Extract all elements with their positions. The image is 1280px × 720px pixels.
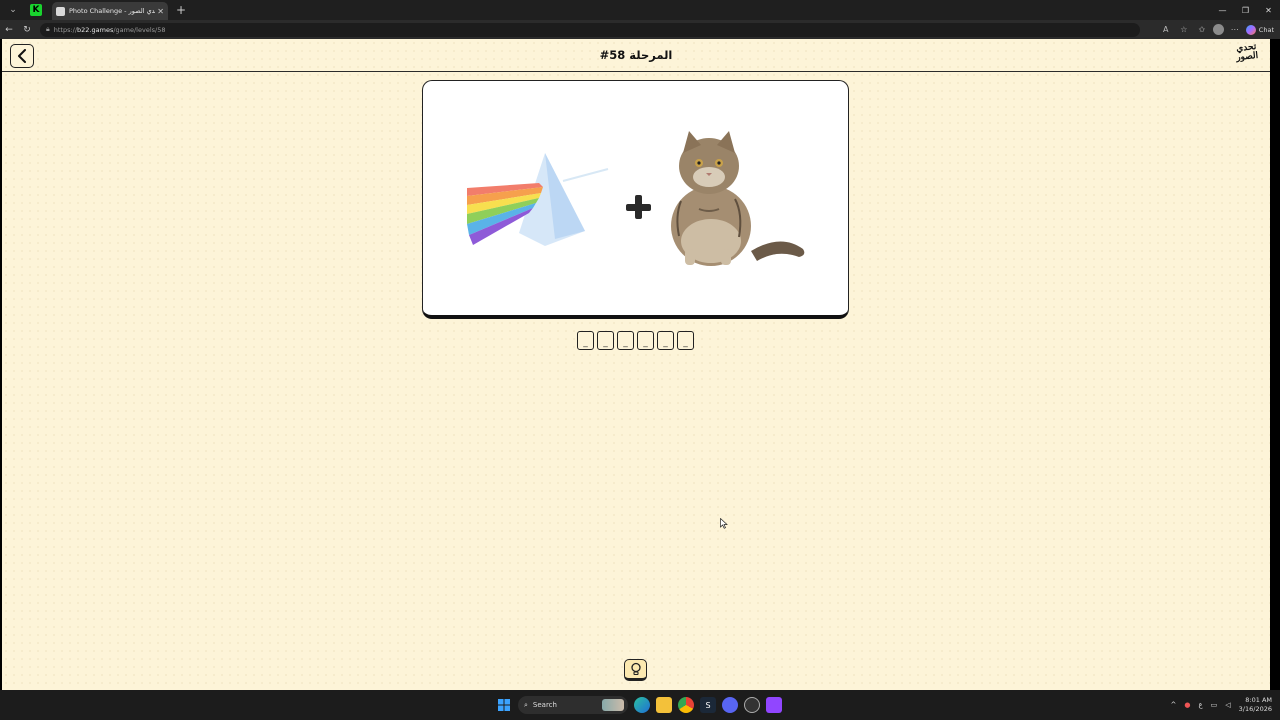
address-bar-actions: A ☆ ✩ ⋯ Chat xyxy=(1159,20,1274,39)
read-aloud-icon[interactable]: A xyxy=(1159,23,1173,37)
taskbar-apps: ⌕ Search S xyxy=(496,694,782,716)
answer-slot[interactable]: _ xyxy=(617,331,634,350)
copilot-chat-button[interactable]: Chat xyxy=(1245,24,1274,35)
game-page: المرحلة 58# تحدي الصور _ _ _ _ _ _ xyxy=(2,39,1270,690)
system-tray: ^ ● ع ▭ ◁ 8:01 AM 3/16/2026 xyxy=(1170,690,1272,720)
lightbulb-icon xyxy=(630,662,641,676)
answer-slot[interactable]: _ xyxy=(577,331,594,350)
cat-image xyxy=(671,131,805,266)
more-options-icon[interactable]: ⋯ xyxy=(1228,23,1242,37)
answer-slots: _ _ _ _ _ _ xyxy=(577,331,694,350)
pinned-tab-icon[interactable]: K xyxy=(30,4,42,16)
obs-icon[interactable] xyxy=(744,697,760,713)
answer-slot[interactable]: _ xyxy=(657,331,674,350)
answer-slot[interactable]: _ xyxy=(597,331,614,350)
level-title: المرحلة 58# xyxy=(599,48,673,62)
discord-icon[interactable] xyxy=(722,697,738,713)
tab-title: Photo Challenge - لعبة تحدي الصور xyxy=(69,7,156,15)
url-field[interactable]: 🔒︎ https://b22.games/game/levels/58 xyxy=(40,22,1140,37)
copilot-icon xyxy=(1245,24,1256,35)
answer-slot[interactable]: _ xyxy=(677,331,694,350)
logo-line-2: الصور xyxy=(1235,50,1259,64)
tab-actions-chevron-icon[interactable]: ⌄ xyxy=(4,3,22,17)
search-placeholder: Search xyxy=(532,701,557,709)
search-icon: ⌕ xyxy=(524,700,528,709)
chrome-icon[interactable] xyxy=(678,697,694,713)
chat-label: Chat xyxy=(1258,25,1274,34)
puzzle-image-card xyxy=(422,80,849,319)
prism-rainbow-image xyxy=(467,153,609,246)
windows-start-icon[interactable] xyxy=(496,697,512,713)
address-bar: ← ↻ 🔒︎ https://b22.games/game/levels/58 … xyxy=(0,20,1280,39)
taskbar: ⌕ Search S ^ ● ع ▭ ◁ 8:01 AM 3/16/2026 xyxy=(0,690,1280,720)
close-window-icon[interactable]: ✕ xyxy=(1257,0,1280,20)
system-clock[interactable]: 8:01 AM 3/16/2026 xyxy=(1239,696,1272,714)
refresh-icon[interactable]: ↻ xyxy=(18,21,36,39)
game-header: المرحلة 58# تحدي الصور xyxy=(2,39,1270,72)
url-text: https://b22.games/game/levels/58 xyxy=(53,25,166,34)
answer-slot[interactable]: _ xyxy=(637,331,654,350)
taskbar-search[interactable]: ⌕ Search xyxy=(518,696,628,714)
favorites-icon[interactable]: ✩ xyxy=(1195,23,1209,37)
minimize-icon[interactable]: — xyxy=(1211,0,1234,20)
input-language[interactable]: ع xyxy=(1198,701,1202,709)
network-icon[interactable]: ▭ xyxy=(1211,701,1218,709)
tray-chevron-up-icon[interactable]: ^ xyxy=(1170,701,1176,709)
game-logo[interactable]: تحدي الصور xyxy=(1233,42,1261,68)
search-highlight-image xyxy=(602,699,624,711)
back-arrow-icon[interactable]: ← xyxy=(0,21,18,39)
file-explorer-icon[interactable] xyxy=(656,697,672,713)
tab-favicon-icon xyxy=(56,6,65,16)
twitch-icon[interactable] xyxy=(766,697,782,713)
hint-button[interactable] xyxy=(624,659,647,681)
browser-tab-strip: ⌄ K Photo Challenge - لعبة تحدي الصور ✕ … xyxy=(0,0,1280,20)
clock-time: 8:01 AM xyxy=(1245,696,1272,704)
mouse-cursor-icon xyxy=(720,518,728,529)
window-edge xyxy=(1270,39,1280,690)
close-tab-icon[interactable]: ✕ xyxy=(157,7,164,16)
window-controls: — ❐ ✕ xyxy=(1211,0,1280,20)
plus-icon xyxy=(626,195,651,219)
new-tab-icon[interactable]: + xyxy=(174,3,188,17)
profile-avatar[interactable] xyxy=(1212,24,1224,35)
restore-icon[interactable]: ❐ xyxy=(1234,0,1257,20)
clock-date: 3/16/2026 xyxy=(1238,705,1272,713)
browser-tab-active[interactable]: Photo Challenge - لعبة تحدي الصور ✕ xyxy=(52,2,168,20)
steam-icon[interactable]: S xyxy=(700,697,716,713)
edge-browser-icon[interactable] xyxy=(634,697,650,713)
puzzle-image xyxy=(467,131,805,266)
volume-icon[interactable]: ◁ xyxy=(1225,701,1230,709)
favorite-star-icon[interactable]: ☆ xyxy=(1177,23,1191,37)
microphone-icon[interactable]: ● xyxy=(1184,701,1190,709)
lock-icon: 🔒︎ xyxy=(46,25,50,33)
